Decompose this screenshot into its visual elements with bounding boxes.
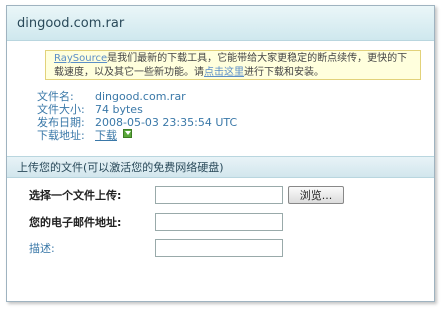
click-here-link[interactable]: 点击这里 (204, 67, 244, 78)
download-arrow-icon[interactable] (123, 129, 132, 138)
email-input[interactable] (155, 213, 283, 231)
description-row: 描述: (29, 239, 283, 257)
file-upload-label: 选择一个文件上传: (29, 189, 122, 202)
download-panel: dingood.com.rar RaySource是我们最新的下载工具，它能带给… (6, 5, 435, 302)
file-name-label: 文件名: (37, 90, 74, 103)
publish-date-row: 发布日期: 2008-05-03 23:35:54 UTC (37, 116, 237, 129)
publish-date-value: 2008-05-03 23:35:54 UTC (95, 116, 238, 129)
email-row: 您的电子邮件地址: (29, 213, 283, 231)
file-info: 文件名: dingood.com.rar 文件大小: 74 bytes 发布日期… (37, 90, 237, 142)
description-input[interactable] (155, 239, 283, 257)
download-label: 下载地址: (37, 129, 85, 142)
publish-date-label: 发布日期: (37, 116, 85, 129)
file-title: dingood.com.rar (7, 6, 434, 41)
file-size-row: 文件大小: 74 bytes (37, 103, 237, 116)
upload-section-header: 上传您的文件(可以激活您的免费网络硬盘) (7, 156, 434, 178)
file-upload-row: 选择一个文件上传: 浏览... (29, 186, 344, 204)
notice-text-2: 进行下载和安装。 (244, 67, 324, 78)
notice-box: RaySource是我们最新的下载工具，它能带给大家更稳定的断点续传，更快的下载… (45, 50, 421, 80)
download-link[interactable]: 下载 (95, 129, 117, 142)
file-name-value: dingood.com.rar (95, 90, 186, 103)
file-name-row: 文件名: dingood.com.rar (37, 90, 237, 103)
email-label: 您的电子邮件地址: (29, 216, 122, 229)
browse-button[interactable]: 浏览... (288, 186, 344, 204)
raysource-link[interactable]: RaySource (54, 53, 107, 64)
file-size-label: 文件大小: (37, 103, 85, 116)
file-path-input[interactable] (155, 186, 283, 204)
download-row: 下载地址: 下载 (37, 129, 237, 142)
file-size-value: 74 bytes (95, 103, 143, 116)
description-label: 描述: (29, 242, 55, 255)
